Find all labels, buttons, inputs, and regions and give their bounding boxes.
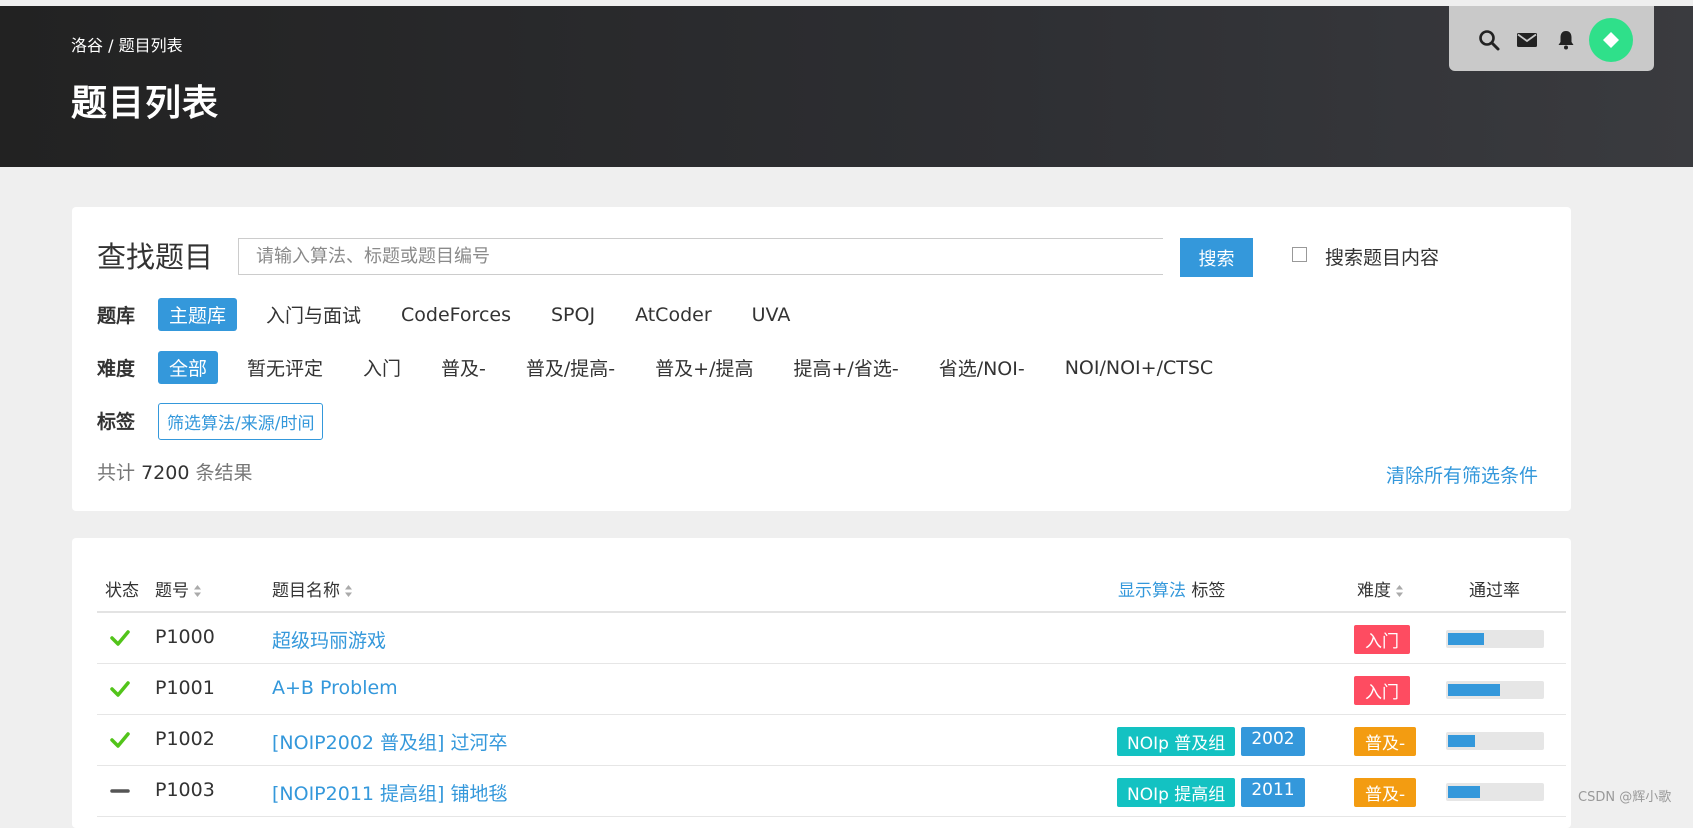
difficulty-badge[interactable]: 入门	[1354, 676, 1410, 705]
pass-rate-bar	[1446, 732, 1544, 750]
th-difficulty[interactable]: 难度	[1357, 576, 1404, 601]
bank-chip-atcoder[interactable]: AtCoder	[624, 301, 723, 329]
th-tags: 显示算法 标签	[1118, 581, 1226, 601]
problem-id: P1000	[155, 626, 215, 648]
search-title: 查找题目	[97, 240, 214, 274]
th-status: 状态	[105, 581, 139, 601]
difficulty-chip-popular-minus[interactable]: 普及-	[430, 351, 497, 384]
pass-rate-bar	[1446, 630, 1544, 648]
problem-title-link[interactable]: [NOIP2011 提高组] 铺地毯	[272, 779, 508, 806]
search-content-label[interactable]: 搜索题目内容	[1325, 243, 1439, 270]
tag-filter-button[interactable]: 筛选算法/来源/时间	[158, 403, 324, 440]
problem-title-link[interactable]: 超级玛丽游戏	[272, 626, 386, 653]
page-title: 题目列表	[71, 83, 220, 124]
search-content-checkbox[interactable]	[1292, 247, 1307, 262]
clear-filters-link[interactable]: 清除所有筛选条件	[1386, 461, 1538, 488]
problem-tag[interactable]: 2002	[1241, 727, 1305, 756]
problem-id: P1001	[155, 677, 215, 699]
problem-title-link[interactable]: [NOIP2002 普及组] 过河卒	[272, 728, 508, 755]
table-header: 状态 题号 题目名称 显示算法 标签 难度 通过率	[97, 568, 1566, 613]
pass-rate-bar	[1446, 681, 1544, 699]
problem-tags: NOIp 提高组 2011	[1117, 778, 1311, 807]
difficulty-chip-noi[interactable]: NOI/NOI+/CTSC	[1054, 354, 1224, 382]
difficulty-badge[interactable]: 普及-	[1354, 727, 1417, 756]
bank-chip-spoj[interactable]: SPOJ	[540, 301, 606, 329]
problem-tag[interactable]: NOIp 提高组	[1117, 778, 1236, 807]
bank-chip-main[interactable]: 主题库	[158, 298, 238, 331]
search-button[interactable]: 搜索	[1180, 238, 1253, 277]
bell-icon[interactable]	[1554, 28, 1578, 52]
watermark: CSDN @辉小歌	[1578, 790, 1672, 805]
difficulty-filter: 全部 暂无评定 入门 普及- 普及/提高- 普及+/提高 提高+/省选- 省选/…	[158, 351, 1242, 384]
filter-card: 查找题目 搜索 搜索题目内容 题库 主题库 入门与面试 CodeForces S…	[72, 207, 1571, 511]
check-icon	[110, 681, 130, 697]
th-pass-rate: 通过率	[1469, 581, 1520, 601]
pass-rate-fill	[1448, 633, 1484, 645]
table-row: P1000 超级玛丽游戏 入门	[97, 613, 1566, 664]
difficulty-chip-unrated[interactable]: 暂无评定	[236, 351, 334, 384]
avatar[interactable]	[1589, 18, 1633, 62]
problem-id: P1002	[155, 728, 215, 750]
problem-tag[interactable]: NOIp 普及组	[1117, 727, 1236, 756]
tags-label: 标签	[97, 411, 136, 433]
difficulty-badge[interactable]: 普及-	[1354, 778, 1417, 807]
pass-rate-bar	[1446, 783, 1544, 801]
bank-chip-intro[interactable]: 入门与面试	[255, 298, 372, 331]
bank-filter: 主题库 入门与面试 CodeForces SPOJ AtCoder UVA	[158, 298, 819, 331]
dash-icon	[110, 789, 130, 793]
avatar-diamond-icon	[1603, 32, 1619, 48]
bank-chip-codeforces[interactable]: CodeForces	[390, 301, 522, 329]
user-toolbar	[1449, 6, 1654, 71]
difficulty-label: 难度	[97, 358, 136, 380]
table-row: P1001 A+B Problem 入门	[97, 664, 1566, 715]
pass-rate-fill	[1448, 786, 1480, 798]
difficulty-chip-improve-plus[interactable]: 提高+/省选-	[783, 351, 910, 384]
problem-title-link[interactable]: A+B Problem	[272, 677, 398, 699]
difficulty-chip-popular-improve[interactable]: 普及/提高-	[515, 351, 626, 384]
sort-icon	[194, 585, 201, 597]
difficulty-chip-all[interactable]: 全部	[158, 351, 219, 384]
sort-icon	[345, 585, 352, 597]
problem-table-card: 状态 题号 题目名称 显示算法 标签 难度 通过率 P1000 超级玛丽游戏 入门 P…	[72, 538, 1571, 828]
difficulty-chip-beginner[interactable]: 入门	[352, 351, 412, 384]
breadcrumb[interactable]: 洛谷 / 题目列表	[71, 32, 183, 56]
pass-rate-fill	[1448, 684, 1500, 696]
header-banner: 洛谷 / 题目列表 题目列表	[0, 6, 1693, 167]
th-id[interactable]: 题号	[155, 576, 202, 601]
pass-rate-fill	[1448, 735, 1475, 747]
table-row: P1003 [NOIP2011 提高组] 铺地毯 NOIp 提高组 2011 普及-	[97, 766, 1566, 817]
problem-tag[interactable]: 2011	[1241, 778, 1305, 807]
result-count-number: 7200	[141, 462, 190, 484]
difficulty-chip-provincial[interactable]: 省选/NOI-	[928, 351, 1036, 384]
show-algorithm-link[interactable]: 显示算法	[1118, 581, 1186, 601]
result-count: 共计 7200 条结果	[97, 462, 253, 484]
problem-tags: NOIp 普及组 2002	[1117, 727, 1311, 756]
check-icon	[110, 630, 130, 646]
th-name[interactable]: 题目名称	[272, 576, 353, 601]
bank-chip-uva[interactable]: UVA	[741, 301, 802, 329]
search-icon[interactable]	[1477, 28, 1501, 52]
problem-id: P1003	[155, 779, 215, 801]
table-row: P1002 [NOIP2002 普及组] 过河卒 NOIp 普及组 2002 普及-	[97, 715, 1566, 766]
mail-icon[interactable]	[1515, 28, 1539, 52]
difficulty-badge[interactable]: 入门	[1354, 625, 1410, 654]
sort-icon	[1396, 585, 1403, 597]
difficulty-chip-popular-plus[interactable]: 普及+/提高	[644, 351, 764, 384]
bank-label: 题库	[97, 305, 136, 327]
search-input[interactable]	[238, 238, 1163, 275]
check-icon	[110, 732, 130, 748]
